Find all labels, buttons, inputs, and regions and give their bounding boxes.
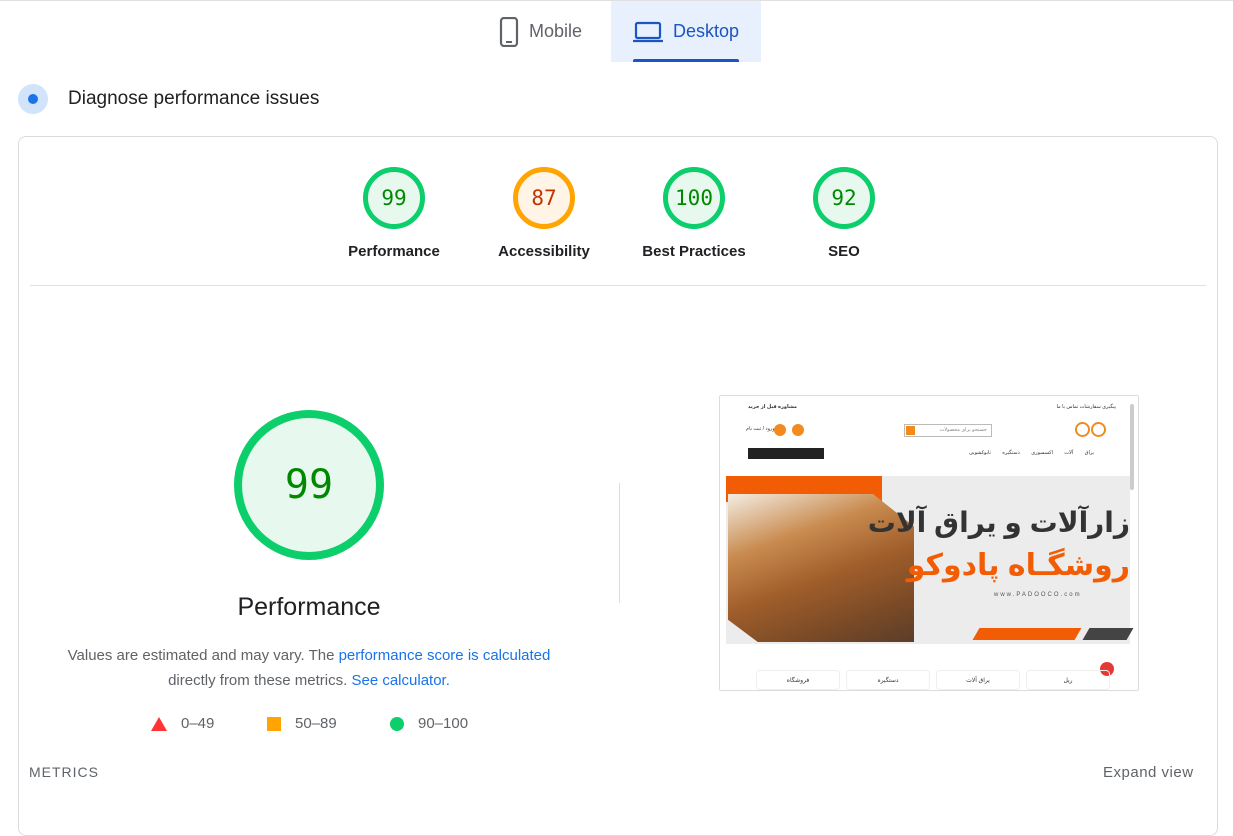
desc-text-1: Values are estimated and may vary. The (67, 647, 339, 664)
user-icon (774, 424, 786, 436)
performance-big-score: 99 (234, 410, 384, 560)
score-legend: 0–49 50–89 90–100 (19, 715, 619, 735)
smartphone-icon (499, 16, 519, 47)
performance-description: Values are estimated and may vary. The p… (49, 643, 569, 693)
thumb-top-right: پیگیری سفارشات تماس با ما (1056, 404, 1116, 410)
thumb-category: ریل (1026, 670, 1110, 690)
diagnose-title: Diagnose performance issues (68, 88, 320, 109)
see-calculator-link[interactable]: See calculator. (351, 672, 449, 689)
hero-url: www.PADOOCO.com (994, 592, 1082, 598)
gauge-accessibility-score: 87 (513, 167, 575, 229)
thumb-category: دستگیره (846, 670, 930, 690)
thumb-nav-dark-block (748, 448, 824, 459)
legend-pass-label: 90–100 (418, 715, 469, 732)
thumb-categories: فروشگاه دستگیره یراق آلات ریل (726, 670, 1126, 690)
square-icon (267, 716, 281, 731)
performance-big-label: Performance (237, 593, 381, 621)
hero-stripe-dark (1082, 628, 1134, 640)
gauge-seo[interactable]: 92 SEO (789, 167, 899, 260)
tab-desktop[interactable]: Desktop (611, 1, 761, 62)
laptop-icon (633, 21, 663, 43)
triangle-icon (151, 716, 167, 731)
thumb-top-left: مشاوره قبل از خرید (748, 404, 798, 410)
diagnose-heading: Diagnose performance issues (18, 84, 319, 114)
gauge-best-practices-score: 100 (663, 167, 725, 229)
tab-mobile-label: Mobile (529, 21, 583, 41)
gauge-performance-label: Performance (348, 243, 440, 260)
device-tabs: Mobile Desktop (0, 0, 1233, 62)
tab-desktop-label: Desktop (673, 21, 740, 41)
thumb-scrollbar (1130, 404, 1134, 490)
thumb-category: یراق آلات (936, 670, 1020, 690)
tab-mobile[interactable]: Mobile (477, 1, 611, 62)
thumb-nav: یراق آلات اکسسوری دستگیره تابوکشویی (726, 448, 1126, 460)
score-gauges: 99 Performance 87 Accessibility 100 Best… (19, 167, 1217, 267)
legend-average: 50–89 (267, 715, 337, 732)
cart-icon (792, 424, 804, 436)
gauge-best-practices[interactable]: 100 Best Practices (639, 167, 749, 260)
hero-line-2: روشگـاه پادوکو (906, 549, 1130, 582)
legend-average-label: 50–89 (295, 715, 337, 732)
thumb-category: فروشگاه (756, 670, 840, 690)
metrics-heading: METRICS (29, 764, 99, 780)
thumb-hero-banner: زارآلات و یراق آلات روشگـاه پادوکو www.P… (726, 476, 1134, 644)
gauge-performance-score: 99 (363, 167, 425, 229)
score-calculated-link[interactable]: performance score is calculated (339, 647, 551, 664)
gauge-best-practices-label: Best Practices (642, 243, 746, 260)
report-card: 99 Performance 87 Accessibility 100 Best… (18, 136, 1218, 836)
lab-data-icon (18, 84, 48, 114)
expand-view-button[interactable]: Expand view (1103, 764, 1194, 781)
gauge-performance[interactable]: 99 Performance (339, 167, 449, 260)
thumb-header: ورود / ثبت نام جستجو برای محصولات (726, 418, 1126, 444)
thumb-nav-links: یراق آلات اکسسوری دستگیره تابوکشویی (969, 450, 1094, 456)
gauge-seo-score: 92 (813, 167, 875, 229)
padooco-logo (1074, 422, 1108, 438)
legend-pass: 90–100 (390, 715, 468, 732)
vertical-divider (619, 483, 620, 603)
desc-text-2: directly from these metrics. (168, 672, 352, 689)
circle-icon (390, 716, 404, 731)
hero-line-1: زارآلات و یراق آلات (867, 507, 1130, 538)
active-tab-indicator (633, 59, 739, 62)
divider (30, 285, 1206, 286)
thumb-login: ورود / ثبت نام (746, 426, 775, 432)
gauge-seo-label: SEO (828, 243, 860, 260)
final-screenshot[interactable]: مشاوره قبل از خرید پیگیری سفارشات تماس ب… (719, 395, 1139, 691)
thumb-topbar: مشاوره قبل از خرید پیگیری سفارشات تماس ب… (726, 404, 1126, 412)
legend-fail-label: 0–49 (181, 715, 215, 732)
gauge-accessibility-label: Accessibility (498, 243, 590, 260)
thumb-search: جستجو برای محصولات (904, 424, 992, 437)
legend-fail: 0–49 (151, 715, 214, 732)
hero-stripe-orange (972, 628, 1082, 640)
gauge-accessibility[interactable]: 87 Accessibility (489, 167, 599, 260)
